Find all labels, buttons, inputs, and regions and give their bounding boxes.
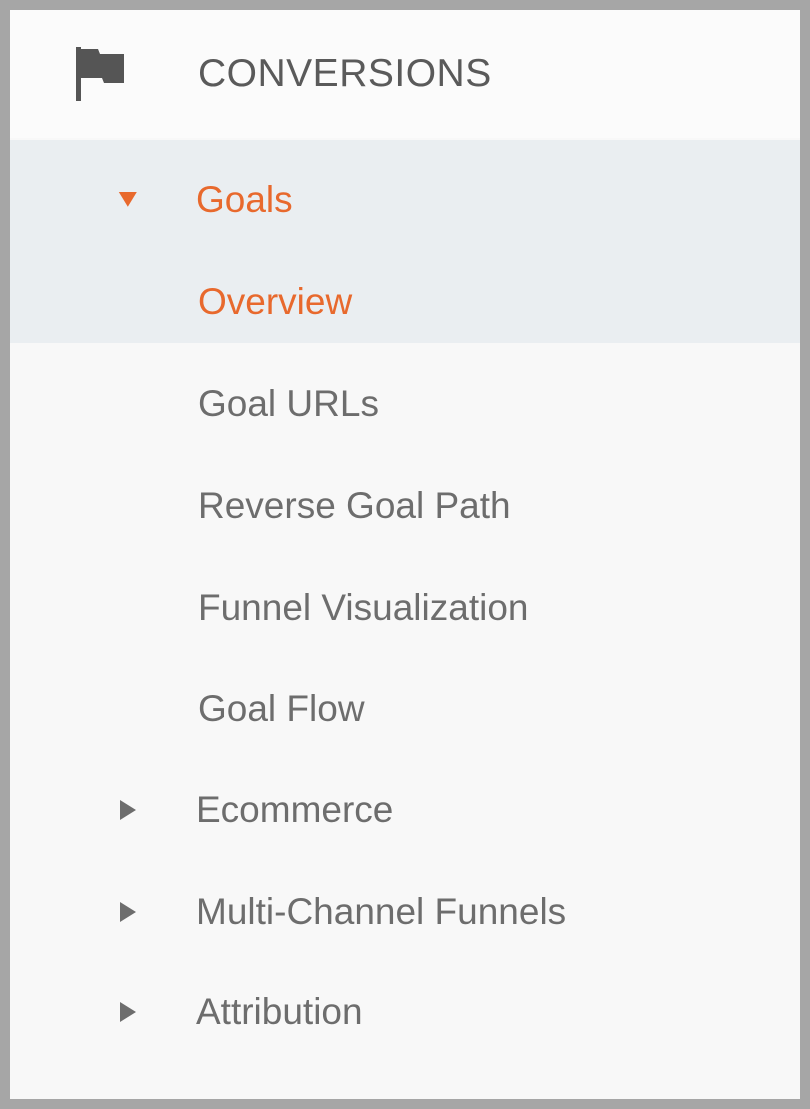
- nav-item-overview[interactable]: Overview: [10, 252, 800, 352]
- conversions-nav-panel: CONVERSIONS Goals Overview Goal URLs Rev…: [10, 10, 800, 1099]
- nav-item-ecommerce-label: Ecommerce: [196, 789, 394, 830]
- nav-item-goals[interactable]: Goals: [10, 150, 800, 250]
- nav-item-ecommerce[interactable]: Ecommerce: [10, 760, 800, 860]
- nav-item-funnel-visualization-label: Funnel Visualization: [198, 587, 529, 628]
- nav-item-goals-label: Goals: [196, 179, 293, 220]
- section-title: CONVERSIONS: [198, 52, 492, 95]
- flag-icon: [76, 47, 124, 101]
- nav-item-goal-urls[interactable]: Goal URLs: [10, 354, 800, 454]
- nav-item-reverse-goal-path[interactable]: Reverse Goal Path: [10, 456, 800, 556]
- triangle-down-icon: [118, 192, 137, 207]
- nav-item-funnel-visualization[interactable]: Funnel Visualization: [10, 558, 800, 658]
- triangle-right-icon: [120, 1002, 136, 1022]
- triangle-right-icon: [120, 902, 136, 922]
- nav-item-multi-channel-funnels-label: Multi-Channel Funnels: [196, 891, 567, 932]
- nav-item-multi-channel-funnels[interactable]: Multi-Channel Funnels: [10, 862, 800, 962]
- nav-item-attribution-label: Attribution: [196, 991, 363, 1032]
- section-header[interactable]: CONVERSIONS: [10, 10, 800, 138]
- nav-item-attribution[interactable]: Attribution: [10, 962, 800, 1062]
- nav-item-overview-label: Overview: [198, 281, 353, 322]
- nav-item-goal-urls-label: Goal URLs: [198, 383, 379, 424]
- triangle-right-icon: [120, 800, 136, 820]
- nav-item-goal-flow[interactable]: Goal Flow: [10, 659, 800, 759]
- nav-item-goal-flow-label: Goal Flow: [198, 688, 365, 729]
- nav-item-reverse-goal-path-label: Reverse Goal Path: [198, 485, 511, 526]
